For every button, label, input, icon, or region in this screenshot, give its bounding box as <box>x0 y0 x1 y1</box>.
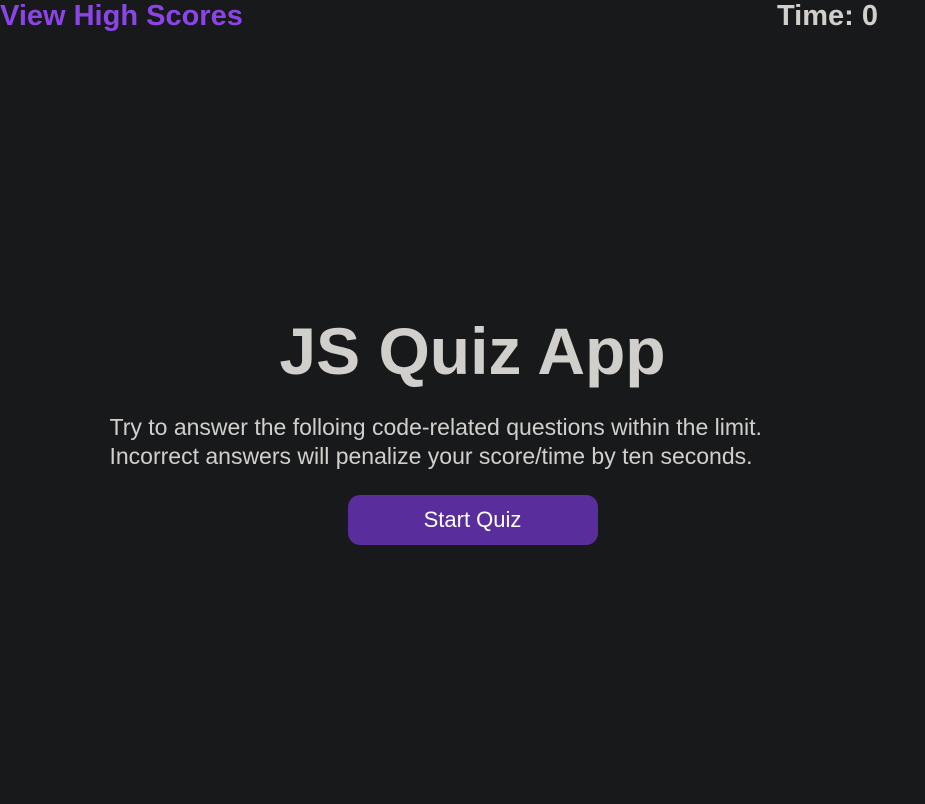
quiz-description: Try to answer the folloing code-related … <box>96 413 830 471</box>
description-line-2: Incorrect answers will penalize your sco… <box>109 443 753 469</box>
intro-section: JS Quiz App Try to answer the folloing c… <box>0 310 925 545</box>
view-high-scores-link[interactable]: View High Scores <box>0 0 243 32</box>
timer: Time: 0 <box>777 0 878 32</box>
top-bar: View High Scores Time: 0 <box>0 0 925 36</box>
page-title: JS Quiz App <box>279 314 666 388</box>
description-line-1: Try to answer the folloing code-related … <box>109 414 762 440</box>
timer-label: Time: <box>776 0 854 32</box>
start-quiz-button[interactable]: Start Quiz <box>347 495 598 545</box>
timer-value: 0 <box>861 0 878 32</box>
